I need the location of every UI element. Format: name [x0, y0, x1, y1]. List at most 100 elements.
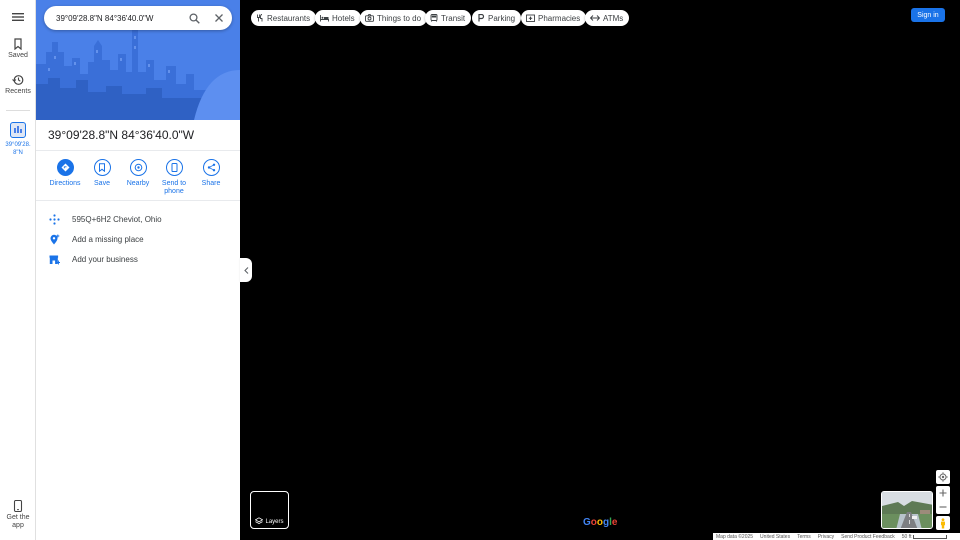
minus-icon — [939, 506, 947, 508]
scale-bar — [912, 534, 947, 539]
chip-pharmacies[interactable]: Pharmacies — [521, 10, 587, 26]
send-to-phone-label: Send to phone — [161, 180, 187, 195]
nearby-icon-circle — [129, 159, 147, 176]
chip-restaurants-label: Restaurants — [267, 13, 311, 23]
street-view-thumbnail[interactable] — [881, 491, 933, 529]
plus-code-row[interactable]: 595Q+6H2 Cheviot, Ohio — [48, 211, 234, 227]
add-business-row[interactable]: Add your business — [48, 251, 234, 267]
chip-transit-label: Transit — [441, 13, 466, 23]
nearby-label: Nearby — [126, 180, 150, 187]
add-business-text: Add your business — [72, 254, 138, 264]
share-icon-circle — [202, 159, 220, 176]
zoom-out-button[interactable] — [936, 500, 950, 514]
restaurant-icon — [257, 14, 263, 22]
collapse-panel-button[interactable] — [240, 258, 252, 282]
recent-place-button[interactable]: 39°09'28.8"N — [0, 122, 36, 157]
pegman-button[interactable] — [936, 516, 950, 530]
pharmacy-icon — [526, 14, 535, 22]
phone-icon — [171, 163, 177, 172]
get-app-label: Get the app — [6, 514, 30, 529]
share-label: Share — [201, 180, 221, 187]
map-footer: Map data ©2025 United States Terms Priva… — [713, 533, 960, 540]
layers-label: Layers — [265, 519, 284, 525]
saved-button[interactable]: Saved — [0, 38, 36, 60]
place-panel: 39°09'28.8"N 84°36'40.0"W Directions Sav… — [36, 0, 240, 540]
sign-in-button[interactable]: Sign in — [911, 8, 945, 22]
plus-code-icon — [48, 213, 60, 225]
chip-hotels-label: Hotels — [332, 13, 355, 23]
get-app-button[interactable]: Get the app — [0, 500, 36, 530]
google-logo: Google — [583, 517, 618, 528]
bookmark-icon — [14, 38, 22, 50]
scale-label[interactable]: 50 ft — [902, 534, 912, 540]
directions-button[interactable]: Directions — [47, 159, 83, 188]
place-thumbnail-icon — [14, 126, 22, 133]
save-icon-circle — [93, 159, 111, 176]
maps-app: Saved Recents 39°09'28.8"N Get the app 3… — [0, 0, 960, 540]
chip-parking[interactable]: Parking — [472, 10, 522, 26]
parking-icon — [478, 14, 485, 22]
camera-icon — [365, 14, 374, 22]
layers-icon — [255, 517, 264, 525]
nearby-button[interactable]: Nearby — [120, 159, 156, 188]
title-divider — [36, 150, 240, 151]
chip-things-to-do[interactable]: Things to do — [360, 10, 428, 26]
directions-icon — [61, 163, 69, 172]
recent-place-label: 39°09'28.8"N — [5, 142, 31, 156]
chip-pharmacies-label: Pharmacies — [538, 13, 581, 23]
street-view-image — [882, 492, 932, 528]
plus-icon — [939, 489, 947, 497]
transit-icon — [430, 14, 438, 22]
add-place-icon — [48, 233, 60, 245]
search-input[interactable] — [56, 11, 180, 25]
chevron-left-icon — [243, 266, 248, 274]
region-link[interactable]: United States — [760, 534, 790, 540]
clear-search-button[interactable] — [212, 11, 226, 25]
place-title: 39°09'28.8"N 84°36'40.0"W — [48, 128, 195, 142]
chip-hotels[interactable]: Hotels — [315, 10, 361, 26]
directions-icon-circle — [56, 159, 74, 176]
saved-label: Saved — [8, 52, 28, 59]
bookmark-icon — [99, 163, 105, 172]
hotel-icon — [320, 15, 329, 22]
share-button[interactable]: Share — [193, 159, 229, 188]
add-missing-place-text: Add a missing place — [72, 234, 144, 244]
nearby-icon — [134, 163, 142, 172]
layers-button[interactable]: Layers — [250, 491, 289, 529]
feedback-link[interactable]: Send Product Feedback — [841, 534, 895, 540]
directions-label: Directions — [49, 180, 81, 187]
phone-icon — [13, 500, 23, 512]
rail-divider — [6, 110, 30, 111]
send-to-phone-button[interactable]: Send to phone — [156, 159, 192, 196]
zoom-in-button[interactable] — [936, 486, 950, 500]
chip-parking-label: Parking — [488, 13, 516, 23]
pegman-icon — [941, 517, 945, 528]
zoom-controls — [936, 486, 950, 514]
map-data-attribution: Map data ©2025 — [716, 533, 754, 540]
left-rail: Saved Recents 39°09'28.8"N Get the app — [0, 0, 36, 540]
chip-atms[interactable]: ATMs — [585, 10, 630, 26]
recents-button[interactable]: Recents — [0, 74, 36, 96]
menu-icon — [12, 13, 24, 21]
menu-button[interactable] — [0, 10, 36, 26]
recents-label: Recents — [5, 88, 31, 95]
atm-icon — [590, 15, 600, 21]
save-button[interactable]: Save — [84, 159, 120, 188]
close-icon — [215, 14, 223, 22]
chip-atms-label: ATMs — [603, 13, 624, 23]
chip-things-to-do-label: Things to do — [377, 13, 422, 23]
search-button[interactable] — [187, 11, 201, 25]
send-to-phone-icon-circle — [165, 159, 183, 176]
privacy-link[interactable]: Privacy — [818, 534, 834, 540]
place-thumbnail — [10, 122, 26, 138]
history-icon — [12, 75, 24, 85]
share-icon — [207, 163, 215, 172]
chip-transit[interactable]: Transit — [425, 10, 472, 26]
terms-link[interactable]: Terms — [797, 534, 811, 540]
plus-code-text: 595Q+6H2 Cheviot, Ohio — [72, 214, 162, 224]
add-missing-place-row[interactable]: Add a missing place — [48, 231, 234, 247]
my-location-button[interactable] — [936, 470, 950, 484]
search-box[interactable] — [44, 6, 232, 30]
chip-restaurants[interactable]: Restaurants — [251, 10, 317, 26]
save-label: Save — [94, 180, 110, 187]
